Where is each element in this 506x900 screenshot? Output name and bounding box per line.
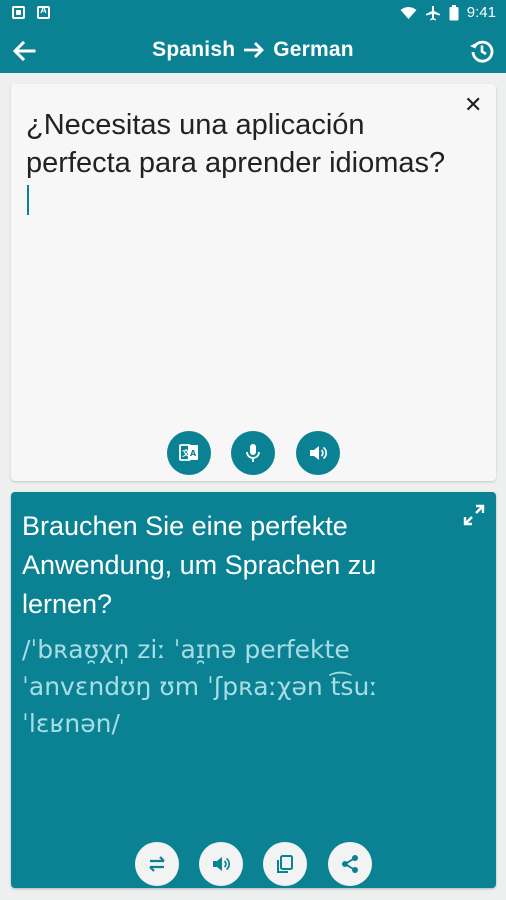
- system-status: 9:41: [400, 4, 496, 21]
- copy-icon: [277, 855, 293, 873]
- language-pair-title[interactable]: Spanish German: [0, 38, 506, 62]
- share-icon: [342, 855, 358, 873]
- expand-icon: [463, 504, 485, 526]
- history-icon: [470, 40, 494, 63]
- text-cursor: [27, 185, 29, 215]
- source-language-label: Spanish: [152, 38, 236, 61]
- status-time: 9:41: [466, 4, 496, 21]
- wifi-icon: [400, 6, 417, 19]
- volume-icon: [310, 446, 328, 460]
- app-bar: Spanish German: [0, 28, 506, 73]
- share-button[interactable]: [328, 842, 372, 886]
- swap-icon: [149, 856, 165, 872]
- pronunciation-text: /ˈbʀaʊ̯χn̩ ziː ˈaɪ̯nə perfekte ˈanvɛndʊŋ…: [22, 635, 378, 738]
- clear-button[interactable]: ✕: [464, 94, 482, 116]
- copy-button[interactable]: [263, 842, 307, 886]
- arrow-right-icon: [244, 42, 265, 58]
- mic-icon: [246, 444, 260, 462]
- translation-text: Brauchen Sie eine perfekte Anwendung, um…: [22, 511, 377, 619]
- source-text-input[interactable]: ¿Necesitas una aplicación perfecta para …: [26, 106, 446, 220]
- translation-card: Brauchen Sie eine perfekte Anwendung, um…: [11, 492, 496, 888]
- dictionary-button[interactable]: 文 A: [167, 431, 211, 475]
- microphone-button[interactable]: [231, 431, 275, 475]
- swap-languages-button[interactable]: [135, 842, 179, 886]
- translate-book-icon: 文 A: [179, 444, 198, 461]
- status-bar: 9:41: [0, 0, 506, 28]
- svg-text:A: A: [190, 449, 197, 458]
- source-input-card[interactable]: ✕ ¿Necesitas una aplicación perfecta par…: [11, 84, 496, 481]
- app-notification-icon: [37, 5, 50, 19]
- history-button[interactable]: [468, 37, 496, 65]
- source-speak-button[interactable]: [296, 431, 340, 475]
- source-text: ¿Necesitas una aplicación perfecta para …: [26, 109, 446, 179]
- close-icon: ✕: [464, 92, 483, 117]
- notification-icons: [12, 5, 50, 19]
- volume-icon: [213, 857, 231, 871]
- image-notification-icon: [12, 6, 25, 19]
- translation-speak-button[interactable]: [199, 842, 243, 886]
- airplane-icon: [425, 5, 440, 20]
- expand-button[interactable]: [462, 503, 486, 527]
- battery-icon: [449, 4, 459, 20]
- target-language-label: German: [273, 38, 354, 61]
